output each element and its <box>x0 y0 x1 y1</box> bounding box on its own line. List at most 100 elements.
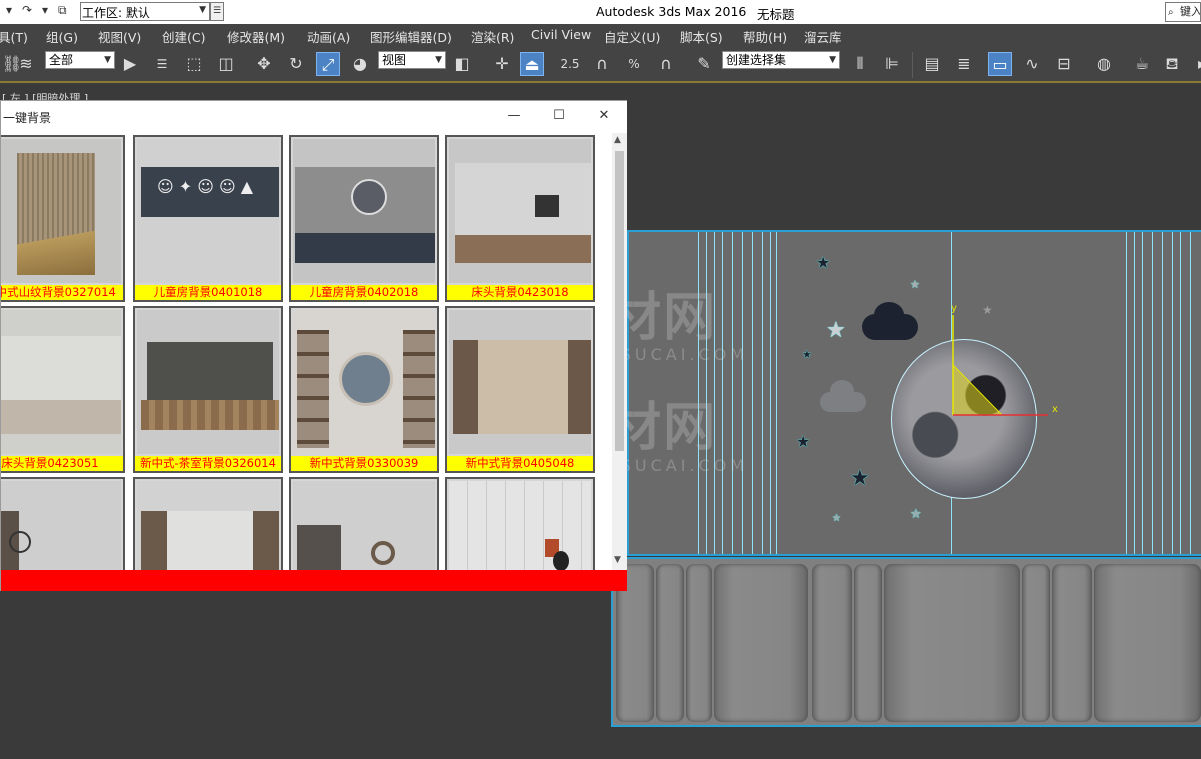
scroll-up-icon[interactable]: ▲ <box>614 135 621 145</box>
scrollbar-thumb[interactable] <box>615 151 624 451</box>
menu-tools[interactable]: 具(T) <box>0 27 28 46</box>
schematic-view-icon[interactable]: ⊟ <box>1052 52 1076 76</box>
thumbnail-image <box>293 481 435 570</box>
thumbnail-image: ☺ ✦ ☺ ☺ ▲ <box>137 139 279 283</box>
background-thumbnail[interactable] <box>1 477 125 570</box>
edit-named-selection-icon[interactable]: ✎ <box>692 52 716 76</box>
thumbnail-caption: 床头背景0423018 <box>447 285 593 300</box>
rendered-frame-window-icon[interactable]: ⛾ <box>1160 52 1184 76</box>
keyboard-shortcut-override-icon[interactable]: ⏏ <box>520 52 544 76</box>
rectangular-selection-icon[interactable]: ⬚ <box>182 52 206 76</box>
project-folder-icon[interactable]: ⧉ <box>58 3 67 18</box>
toggle-ribbon-icon[interactable]: ▭ <box>988 52 1012 76</box>
wall-strip <box>1134 232 1135 554</box>
wall-strip <box>1152 232 1153 554</box>
background-thumbnail[interactable]: 床头背景0423051 <box>1 306 125 473</box>
selection-filter-select[interactable]: 全部 ▼ <box>45 51 115 69</box>
background-thumbnail[interactable] <box>445 477 595 570</box>
background-thumbnail[interactable]: 新中式背景0405048 <box>445 306 595 473</box>
menu-liuyun-library[interactable]: 溜云库 <box>804 27 842 46</box>
menu-help[interactable]: 帮助(H) <box>743 27 787 46</box>
dropdown-arrow-icon[interactable]: ▾ <box>6 3 12 17</box>
background-thumbnail[interactable]: 新中式-茶室背景0326014 <box>133 306 283 473</box>
wall-strip <box>762 232 763 554</box>
snaps-toggle-icon[interactable]: 2.5 <box>558 52 582 76</box>
chevron-down-icon: ▼ <box>435 55 442 65</box>
align-icon[interactable]: ⊫ <box>880 52 904 76</box>
reference-coordinate-select[interactable]: 视图 ▼ <box>378 51 446 69</box>
workspace-label: 工作区: 默认 <box>82 6 150 20</box>
place-object-icon[interactable]: ◕ <box>348 52 372 76</box>
background-thumbnail[interactable]: 新中式山纹背景0327014 <box>1 135 125 302</box>
background-thumbnail[interactable]: 床头背景0423018 <box>445 135 595 302</box>
thumbnail-grid[interactable]: 新中式山纹背景0327014 ☺ ✦ ☺ ☺ ▲ 儿童房背景0401018 儿童… <box>1 133 612 570</box>
background-thumbnail[interactable] <box>133 477 283 570</box>
search-input[interactable]: ⌕ 键入 <box>1165 2 1201 22</box>
select-manipulate-icon[interactable]: ✛ <box>490 52 514 76</box>
background-thumbnail[interactable]: 新中式背景0330039 <box>289 306 439 473</box>
wall-strip <box>722 232 723 554</box>
redo-dropdown-icon[interactable]: ▾ <box>42 3 48 17</box>
search-placeholder: 键入 <box>1180 5 1201 18</box>
main-toolbar: ⛓ ≋ 全部 ▼ ▶ ☰ ⬚ ◫ ✥ ↻ ⤢ ◕ 视图 ▼ ◧ ✛ ⏏ 2.5 … <box>0 46 1201 83</box>
close-icon[interactable]: ✕ <box>595 107 613 125</box>
thumbnail-image <box>137 310 279 454</box>
menu-scripting[interactable]: 脚本(S) <box>680 27 723 46</box>
curve-editor-icon[interactable]: ∿ <box>1020 52 1044 76</box>
menu-modifiers[interactable]: 修改器(M) <box>227 27 285 46</box>
render-setup-icon[interactable]: ☕ <box>1130 52 1154 76</box>
render-production-icon[interactable]: ▸ <box>1190 52 1201 76</box>
cloud-decoration <box>830 380 854 402</box>
percent-snap-icon[interactable]: % <box>622 52 646 76</box>
thumbnail-caption: 新中式-茶室背景0326014 <box>135 456 281 471</box>
layer-explorer-icon[interactable]: ≣ <box>952 52 976 76</box>
select-move-icon[interactable]: ✥ <box>252 52 276 76</box>
material-editor-icon[interactable]: ◍ <box>1092 52 1116 76</box>
menu-create[interactable]: 创建(C) <box>162 27 205 46</box>
base-panel <box>854 564 882 722</box>
background-thumbnail[interactable]: ☺ ✦ ☺ ☺ ▲ 儿童房背景0401018 <box>133 135 283 302</box>
maximize-icon[interactable]: ☐ <box>550 107 568 125</box>
thumbnail-caption: 儿童房背景0401018 <box>135 285 281 300</box>
menu-animation[interactable]: 动画(A) <box>307 27 350 46</box>
document-title: 无标题 <box>757 7 795 22</box>
select-by-name-icon[interactable]: ☰ <box>150 52 174 76</box>
minimize-icon[interactable]: — <box>505 107 523 125</box>
menu-rendering[interactable]: 渲染(R) <box>471 27 514 46</box>
vertical-scrollbar[interactable]: ▲ ▼ <box>612 133 627 570</box>
select-rotate-icon[interactable]: ↻ <box>284 52 308 76</box>
menu-graph-editors[interactable]: 图形编辑器(D) <box>370 27 452 46</box>
named-selection-select[interactable]: 创建选择集 ▼ <box>722 51 840 69</box>
star-decoration: ★ <box>850 466 870 491</box>
menu-views[interactable]: 视图(V) <box>98 27 141 46</box>
bind-space-warp-icon[interactable]: ≋ <box>14 52 38 76</box>
pivot-center-icon[interactable]: ◧ <box>450 52 474 76</box>
select-scale-icon[interactable]: ⤢ <box>316 52 340 76</box>
mirror-icon[interactable]: ⫴ <box>848 52 872 76</box>
select-object-icon[interactable]: ▶ <box>118 52 142 76</box>
workspace-menu-button[interactable]: ☰ <box>210 2 224 21</box>
spinner-snap-icon[interactable]: ∩ <box>654 52 678 76</box>
background-thumbnail[interactable] <box>289 477 439 570</box>
cloud-decoration <box>874 302 904 328</box>
menu-civil-view[interactable]: Civil View <box>531 27 591 42</box>
thumbnail-caption: 床头背景0423051 <box>1 456 123 471</box>
base-panel <box>686 564 712 722</box>
background-thumbnail[interactable]: 儿童房背景0402018 <box>289 135 439 302</box>
scene-explorer-icon[interactable]: ▤ <box>920 52 944 76</box>
base-panel <box>884 564 1020 722</box>
transform-gizmo[interactable] <box>940 305 1060 425</box>
wall-strip <box>732 232 733 554</box>
menu-customize[interactable]: 自定义(U) <box>604 27 660 46</box>
menu-group[interactable]: 组(G) <box>46 27 78 46</box>
wall-strip <box>1190 232 1191 554</box>
dialog-title-bar[interactable]: 一键背景 — ☐ ✕ <box>1 101 627 133</box>
window-crossing-icon[interactable]: ◫ <box>214 52 238 76</box>
redo-icon[interactable]: ↷ <box>22 3 32 17</box>
search-icon: ⌕ <box>1168 7 1174 18</box>
scroll-down-icon[interactable]: ▼ <box>614 555 621 565</box>
thumbnail-image <box>449 481 591 570</box>
angle-snap-icon[interactable]: ∩ <box>590 52 614 76</box>
wall-strip <box>776 232 777 554</box>
reference-coordinate-value: 视图 <box>382 53 407 67</box>
